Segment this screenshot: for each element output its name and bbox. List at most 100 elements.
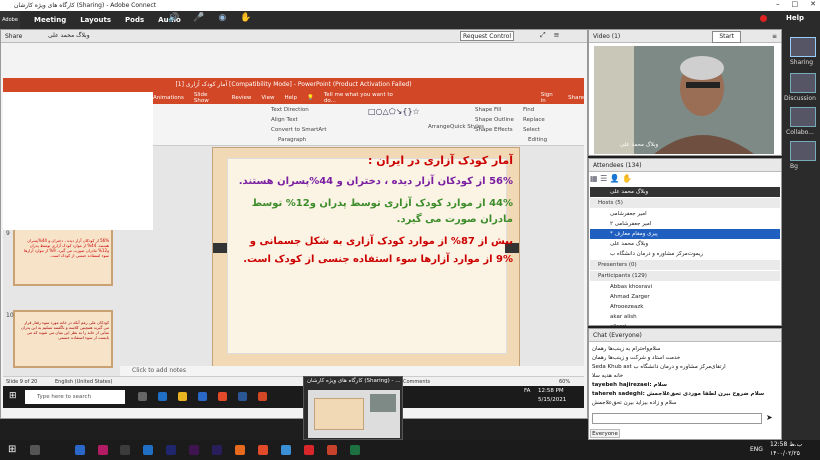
align-text[interactable]: Align Text (271, 117, 298, 123)
layout-bg-thumb[interactable] (790, 141, 816, 161)
attendees-pod-header: Attendees (134) (589, 159, 781, 172)
speaker-icon[interactable]: 🔊 (168, 13, 179, 23)
minimize-button[interactable]: – (776, 0, 780, 11)
close-button[interactable]: ✕ (810, 0, 816, 11)
shape-effects-button[interactable]: Shape Effects (475, 127, 513, 133)
excel-icon[interactable] (350, 445, 360, 455)
replace-button[interactable]: Replace (523, 117, 545, 123)
notes-pane[interactable]: Click to add notes (120, 366, 584, 376)
presenters-section[interactable]: Presenters (0) (590, 260, 780, 270)
maximize-button[interactable]: □ (792, 0, 799, 11)
window-title: کارگاه های ویژه کارشان (Sharing) - Adobe… (0, 0, 820, 11)
photoshop-icon[interactable] (166, 445, 176, 455)
thumbnail-slide-9[interactable]: 9 56% از کودکان آزار دیده ، دختران و 44%… (6, 228, 113, 286)
layout-sharing-thumb[interactable] (790, 37, 816, 57)
fullscreen-icon[interactable]: ⤢ (540, 31, 546, 40)
layouts-sidebar: Sharing Discussion Collabo... Bg (782, 29, 820, 440)
acrobat-icon[interactable] (327, 445, 337, 455)
indesign-icon[interactable] (98, 445, 108, 455)
video-menu-icon[interactable]: ≡ (772, 30, 777, 43)
hosts-section[interactable]: Hosts (5) (590, 198, 780, 208)
premiere-icon[interactable] (189, 445, 199, 455)
chrome-icon (218, 392, 227, 401)
chat-message: سلام و زاده بیزاید بیرن تحق‌علاجمش (592, 400, 677, 406)
video-pod-header: Video (1) Start ≡ (589, 30, 781, 43)
layout-discussion-label: Discussion (784, 95, 816, 102)
list-item[interactable]: ریموت‌مرکز مشاوره و درمان دانشگاه ب (590, 249, 780, 259)
popup-thumbnail[interactable] (308, 390, 400, 438)
app-icon[interactable] (281, 445, 291, 455)
list-item[interactable]: Abbas khosravi (590, 282, 780, 292)
find-button[interactable]: Find (523, 107, 534, 113)
arrange-button[interactable]: Arrange (428, 124, 450, 130)
list-item[interactable]: akar alish (590, 312, 780, 322)
tab-animations[interactable]: Animations (153, 95, 184, 101)
language-indicator[interactable]: ENG (750, 446, 763, 453)
chat-message: Seda Khub ast ارتقای‌مرکز مشاوره و درمان… (592, 364, 726, 370)
menu-meeting[interactable]: Meeting (34, 16, 66, 24)
adobe-logo: Adobe (0, 11, 20, 29)
shared-date: 5/15/2021 (538, 397, 567, 403)
camera-icon[interactable]: ◉ (218, 13, 226, 23)
adobe-connect-icon[interactable] (304, 445, 314, 455)
edge-icon[interactable] (143, 445, 153, 455)
list-item[interactable]: aliseri (590, 322, 780, 326)
search-icon[interactable] (30, 445, 40, 455)
list-item[interactable]: وبلاگ محمد علی (590, 239, 780, 249)
start-video-button[interactable]: Start (712, 31, 741, 43)
layout-discussion-thumb[interactable] (790, 73, 816, 93)
shape-fill-button[interactable]: Shape Fill (475, 107, 501, 113)
shapes-gallery-icon[interactable]: □○△⬠↘{}☆ (368, 107, 420, 116)
word-icon[interactable] (75, 445, 85, 455)
slide-line-4: بیش از 87% از موارد کودک آزاری به شکل جس… (249, 236, 513, 247)
hand-raise-icon[interactable]: ✋ (240, 13, 251, 23)
menu-pods[interactable]: Pods (125, 16, 144, 24)
sign-in-link[interactable]: Sign in (541, 92, 558, 104)
menu-icon[interactable]: ≡ (554, 31, 560, 40)
attendee-view-icons[interactable]: ▦ ☰ 👤 ✋ (590, 174, 780, 184)
menu-layouts[interactable]: Layouts (80, 16, 111, 24)
text-direction[interactable]: Text Direction (271, 107, 309, 113)
firefox-icon[interactable] (235, 445, 245, 455)
microphone-icon[interactable]: 🎤 (193, 13, 204, 23)
list-item-selected[interactable]: * پیری ومقام معارف (590, 229, 780, 239)
thumbnail-text: کودکان علی رغم آنکه در خانه مورد سوء رفت… (20, 320, 109, 340)
participants-section[interactable]: Participants (129) (590, 271, 780, 281)
chat-message: tayebeh hajirezaei: سلام (592, 382, 668, 388)
thumbnail-slide-10[interactable]: 10 کودکان علی رغم آنکه در خانه مورد سوء … (6, 310, 113, 368)
tab-help[interactable]: Help (284, 95, 297, 101)
shared-lang: FA (524, 388, 531, 394)
after-effects-icon[interactable] (212, 445, 222, 455)
slide-bracket-left (213, 243, 227, 253)
current-slide[interactable]: آمار کودک آزاری در ایران : 56% از کودکان… (212, 147, 520, 367)
ppt-share-button[interactable]: Share (568, 95, 584, 101)
app-icon[interactable] (120, 445, 130, 455)
chrome-icon[interactable] (258, 445, 268, 455)
list-item[interactable]: Ahmad Zarger (590, 292, 780, 302)
select-button[interactable]: Select (523, 127, 540, 133)
chat-everyone-tab[interactable]: Everyone (590, 429, 620, 438)
layout-collaboration-thumb[interactable] (790, 107, 816, 127)
tab-view[interactable]: View (261, 95, 274, 101)
layout-sharing-label: Sharing (790, 59, 814, 66)
list-item[interactable]: Afrooezeazk (590, 302, 780, 312)
windows-start-icon: ⊞ (9, 391, 17, 401)
list-item[interactable]: امیر جعفرشامی ۲ (590, 219, 780, 229)
layout-bg-label: Bg (790, 163, 798, 170)
shape-outline-button[interactable]: Shape Outline (475, 117, 514, 123)
tab-slide-show[interactable]: Slide Show (194, 92, 222, 104)
tab-review[interactable]: Review (232, 95, 252, 101)
windows-start-icon[interactable]: ⊞ (8, 444, 16, 455)
thumbnail-text: 56% از کودکان آزار دیده ، دختران و 44%پس… (24, 238, 109, 258)
send-icon[interactable]: ➤ (766, 413, 773, 422)
chat-message: خدمت استاد و شرکت و زینب‌ها رهمان (592, 355, 681, 361)
request-control-button[interactable]: Request Control (460, 31, 514, 41)
slide-line-2: 44% از موارد کودک آزاری توسط پدران و12% … (251, 198, 513, 209)
ppt-title-bar: آمار کودک آزاری [1] [Compatibility Mode]… (3, 78, 584, 92)
list-item[interactable]: امیر جعفرشامی (590, 209, 780, 219)
convert-smartart[interactable]: Convert to SmartArt (271, 127, 327, 133)
taskbar-preview-popup[interactable]: کارگاه های ویژه کارشان (Sharing) - ... (303, 376, 403, 440)
help-menu[interactable]: Help (786, 14, 804, 22)
tell-me-box[interactable]: Tell me what you want to do... (324, 92, 401, 104)
chat-input[interactable] (592, 413, 762, 424)
